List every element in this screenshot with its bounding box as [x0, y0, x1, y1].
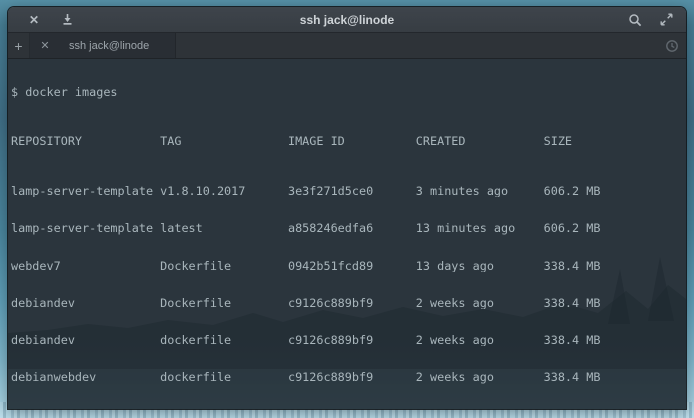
header-created: CREATED	[416, 135, 544, 147]
cell-size: 338.4 MB	[544, 260, 601, 272]
table-row: webdev7 Dockerfile 0942b51fcd89 13 days …	[11, 260, 686, 272]
window-title: ssh jack@linode	[8, 13, 686, 27]
new-tab-button[interactable]: +	[8, 33, 30, 58]
tabbar-spacer	[176, 33, 658, 58]
header-tag: TAG	[160, 135, 288, 147]
cell-size: 606.2 MB	[544, 222, 601, 234]
table-row: debianwebdev dockerfile c9126c889bf9 2 w…	[11, 371, 686, 383]
cell-created: 2 weeks ago	[416, 371, 544, 383]
cell-image-id: a858246edfa6	[288, 222, 416, 234]
cell-repository: lamp-server-template	[11, 222, 160, 234]
cell-image-id: a20fd0d59cf1	[288, 408, 416, 409]
cell-image-id: c9126c889bf9	[288, 371, 416, 383]
cell-size: 338.4 MB	[544, 371, 601, 383]
terminal-output: $ docker images REPOSITORY TAG IMAGE ID …	[8, 59, 686, 409]
titlebar-right-controls	[626, 11, 686, 29]
cell-created: 2 weeks ago	[416, 297, 544, 309]
cell-image-id: c9126c889bf9	[288, 297, 416, 309]
table-row: debian latest a20fd0d59cf1 2 weeks ago 1…	[11, 408, 686, 409]
cell-repository: webdev7	[11, 260, 160, 272]
cell-size: 338.4 MB	[544, 334, 601, 346]
cell-repository: lamp-server-template	[11, 185, 160, 197]
header-repository: REPOSITORY	[11, 135, 160, 147]
arrow-down-to-bar-icon[interactable]	[58, 11, 76, 29]
header-image-id: IMAGE ID	[288, 135, 416, 147]
cell-image-id: 3e3f271d5ce0	[288, 185, 416, 197]
cell-tag: latest	[160, 408, 288, 409]
cell-size: 606.2 MB	[544, 185, 601, 197]
command-line: $ docker images	[11, 86, 686, 98]
cell-tag: latest	[160, 222, 288, 234]
terminal-pane[interactable]: $ docker images REPOSITORY TAG IMAGE ID …	[8, 59, 686, 409]
cell-size: 100.1 MB	[544, 408, 601, 409]
cell-size: 338.4 MB	[544, 297, 601, 309]
tab-bar: + ✕ ssh jack@linode	[8, 33, 686, 59]
table-row: lamp-server-template v1.8.10.2017 3e3f27…	[11, 185, 686, 197]
table-row: debiandev dockerfile c9126c889bf9 2 week…	[11, 334, 686, 346]
cell-created: 13 minutes ago	[416, 222, 544, 234]
cell-repository: debiandev	[11, 334, 160, 346]
cell-image-id: 0942b51fcd89	[288, 260, 416, 272]
cell-created: 3 minutes ago	[416, 185, 544, 197]
tab-ssh-session[interactable]: ✕ ssh jack@linode	[30, 33, 176, 58]
close-window-icon[interactable]: ✕	[25, 11, 43, 29]
history-clock-icon[interactable]	[658, 33, 686, 58]
table-row: lamp-server-template latest a858246edfa6…	[11, 222, 686, 234]
fullscreen-icon[interactable]	[657, 11, 675, 29]
cell-tag: v1.8.10.2017	[160, 185, 288, 197]
cell-created: 13 days ago	[416, 260, 544, 272]
cell-tag: dockerfile	[160, 371, 288, 383]
cell-created: 2 weeks ago	[416, 334, 544, 346]
cell-tag: Dockerfile	[160, 297, 288, 309]
cell-repository: debiandev	[11, 297, 160, 309]
titlebar: ssh jack@linode ✕	[8, 7, 686, 33]
cell-tag: Dockerfile	[160, 260, 288, 272]
command-text: $ docker images	[11, 86, 118, 98]
cell-image-id: c9126c889bf9	[288, 334, 416, 346]
terminal-window: ssh jack@linode ✕	[8, 7, 686, 409]
cell-tag: dockerfile	[160, 334, 288, 346]
table-row: debiandev Dockerfile c9126c889bf9 2 week…	[11, 297, 686, 309]
header-size: SIZE	[544, 135, 572, 147]
titlebar-left-controls: ✕	[8, 11, 76, 29]
desktop-wallpaper: { "window": { "title": "ssh jack@linode"…	[0, 0, 694, 418]
cell-repository: debianwebdev	[11, 371, 160, 383]
search-icon[interactable]	[626, 11, 644, 29]
table-header-row: REPOSITORY TAG IMAGE ID CREATED SIZE	[11, 135, 686, 147]
cell-repository: debian	[11, 408, 160, 409]
tab-title: ssh jack@linode	[69, 40, 149, 52]
tab-close-icon[interactable]: ✕	[30, 39, 58, 52]
cell-created: 2 weeks ago	[416, 408, 544, 409]
